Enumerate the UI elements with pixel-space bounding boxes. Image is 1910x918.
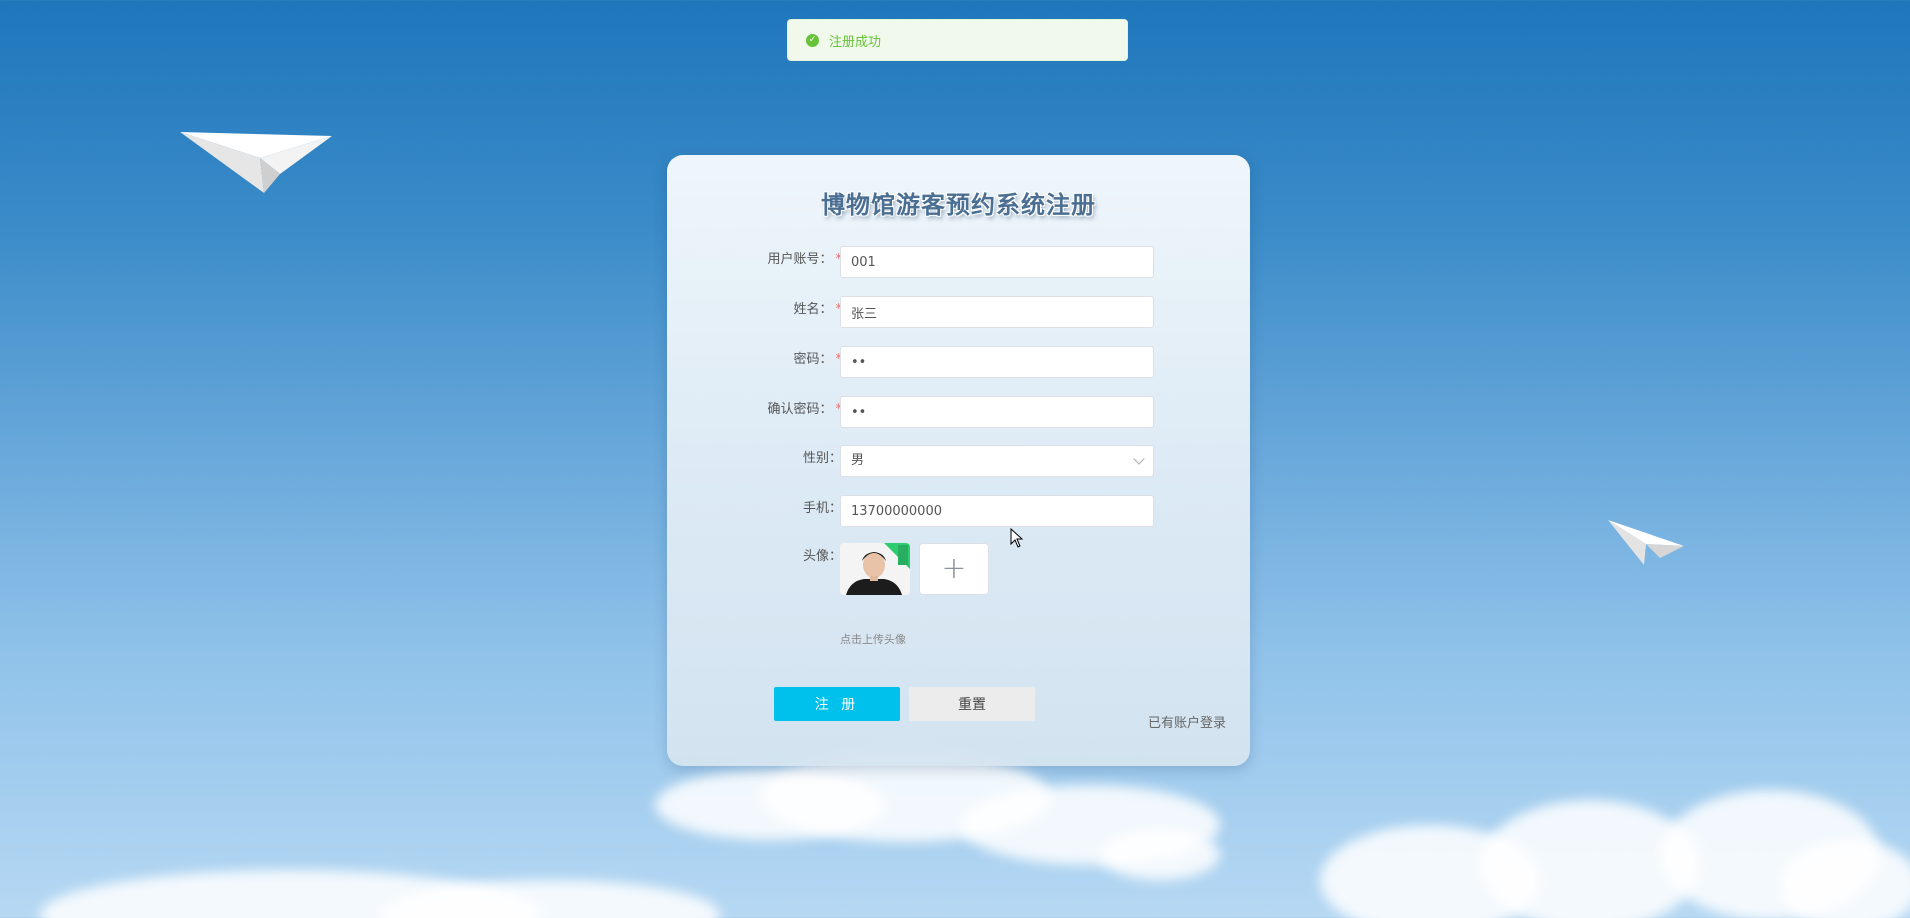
form-row-password: 密码： * (667, 346, 1250, 378)
form-row-name: 姓名： * (667, 296, 1250, 328)
form-row-confirm-password: 确认密码： * (667, 396, 1250, 428)
chevron-down-icon (1133, 453, 1145, 465)
account-input[interactable] (840, 246, 1154, 278)
gender-select[interactable]: 男 (840, 445, 1154, 477)
confirm-password-input[interactable] (840, 396, 1154, 428)
gender-label: 性别： (802, 451, 842, 466)
paper-plane-icon (180, 132, 332, 193)
page-title: 博物馆游客预约系统注册 (821, 191, 1096, 219)
confirm-password-label: 确认密码： * (767, 402, 842, 417)
gender-selected-value: 男 (851, 453, 865, 468)
name-label: 姓名： * (793, 302, 842, 317)
register-card: 博物馆游客预约系统注册 用户账号：* 姓名：* 密码：* 确认密码：* 性别： … (667, 155, 1250, 766)
reset-button[interactable]: 重置 (909, 687, 1035, 721)
form-row-avatar: 头像： + (667, 543, 1250, 599)
avatar-label: 头像： (802, 549, 842, 564)
login-link[interactable]: 已有账户登录 (1148, 712, 1226, 731)
avatar-upload-button[interactable]: + (919, 543, 989, 595)
form-row-gender: 性别： 男 (667, 445, 1250, 477)
avatar-thumbnail[interactable] (840, 543, 910, 595)
plus-icon: + (941, 551, 967, 586)
form-row-account: 用户账号： * (667, 246, 1250, 278)
register-button[interactable]: 注 册 (774, 687, 900, 721)
form-row-phone: 手机： (667, 495, 1250, 527)
password-label: 密码： * (793, 352, 842, 367)
success-toast: ✓ 注册成功 (787, 19, 1128, 61)
toast-message: 注册成功 (829, 34, 882, 50)
phone-label: 手机： (802, 501, 842, 516)
phone-input[interactable] (840, 495, 1154, 527)
password-input[interactable] (840, 346, 1154, 378)
mouse-cursor-icon (1010, 528, 1024, 548)
check-circle-icon: ✓ (806, 33, 819, 47)
avatar-upload-hint: 点击上传头像 (840, 633, 906, 646)
account-label: 用户账号： * (767, 252, 842, 267)
name-input[interactable] (840, 296, 1154, 328)
paper-plane-icon (1608, 520, 1684, 565)
avatar-photo (840, 543, 910, 595)
cloud (1100, 830, 1220, 880)
